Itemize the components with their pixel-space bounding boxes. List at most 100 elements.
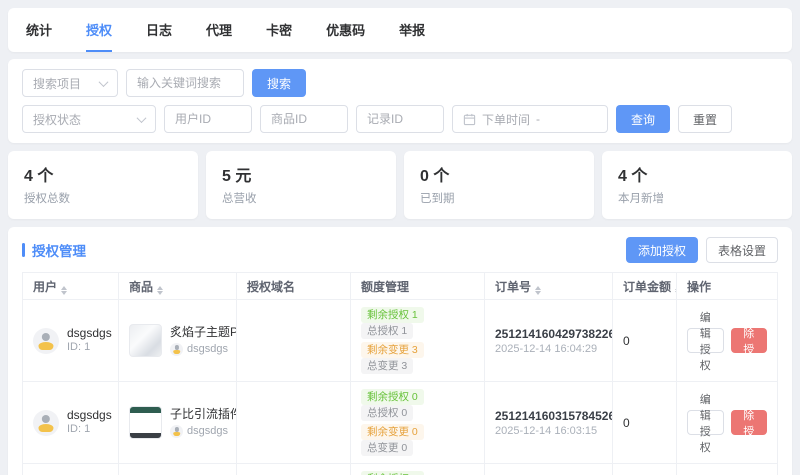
domain-cell [237, 464, 351, 475]
order-cell: 2512141603157845269 2025-12-14 16:03:15 [485, 382, 613, 464]
order-date-range-picker[interactable]: 下单时间 - [452, 105, 608, 133]
search-button[interactable]: 搜索 [252, 69, 306, 97]
order-number: 2512141603157845269 [495, 409, 602, 423]
amount-cell: 0 [613, 300, 677, 382]
product-thumbnail [129, 406, 162, 439]
tab-coupons[interactable]: 优惠码 [326, 8, 365, 52]
total-auth-badge: 总授权 1 [361, 323, 413, 339]
tab-reports[interactable]: 举报 [399, 8, 425, 52]
owner-avatar [170, 425, 183, 438]
stat-value: 0 个 [420, 162, 578, 186]
filter-panel: 搜索项目 搜索 授权状态 [8, 59, 792, 143]
filter-row-2: 授权状态 下单时间 - 查询 重置 [22, 105, 778, 133]
owner-avatar [170, 343, 183, 356]
tab-card-keys[interactable]: 卡密 [266, 8, 292, 52]
edit-authorization-button[interactable]: 编辑授权 [687, 328, 724, 353]
tab-bar: 统计 授权 日志 代理 卡密 优惠码 举报 [8, 8, 792, 52]
column-header-user[interactable]: 用户 [23, 273, 119, 300]
order-time: 2025-12-14 16:04:29 [495, 343, 602, 355]
reset-button[interactable]: 重置 [678, 105, 732, 133]
user-cell: dsgsdgs ID: 1 [23, 464, 119, 475]
user-avatar [33, 410, 59, 436]
auth-status-select-value: 授权状态 [33, 111, 81, 128]
user-id: ID: 1 [67, 341, 112, 355]
actions-cell: 编辑授权 删除授权 [677, 464, 778, 475]
tab-logs[interactable]: 日志 [146, 8, 172, 52]
product-thumbnail [129, 324, 162, 357]
sort-icon[interactable] [157, 286, 163, 295]
user-avatar [33, 328, 59, 354]
delete-authorization-button[interactable]: 删除授权 [731, 328, 768, 353]
page: 统计 授权 日志 代理 卡密 优惠码 举报 搜索项目 搜索 授权状态 [0, 0, 800, 475]
authorization-table: 用户 商品 授权域名 额度管理 订单号 订单金额 操作 dsgsdgs [22, 272, 778, 475]
table-row: dsgsdgs ID: 1 子比引流插件 dsgsdgs [23, 382, 778, 464]
remaining-change-badge: 剩余变更 3 [361, 342, 424, 358]
column-header-amount[interactable]: 订单金额 [613, 273, 677, 300]
page-title: 授权管理 [32, 240, 86, 260]
amount-cell: 0 [613, 464, 677, 475]
product-owner: dsgsdgs [187, 343, 228, 355]
sort-icon[interactable] [535, 286, 541, 295]
auth-status-select[interactable]: 授权状态 [22, 105, 156, 133]
stat-label: 已到期 [420, 190, 578, 206]
remaining-auth-badge: 剩余授权 1 [361, 471, 424, 475]
stat-card-expired: 0 个 已到期 [404, 151, 594, 219]
tab-authorization[interactable]: 授权 [86, 8, 112, 52]
user-name: dsgsdgs [67, 408, 112, 423]
query-button[interactable]: 查询 [616, 105, 670, 133]
tab-agents[interactable]: 代理 [206, 8, 232, 52]
panel-title-wrap: 授权管理 [22, 240, 86, 260]
table-settings-button[interactable]: 表格设置 [706, 237, 778, 263]
product-cell: 子比引流插件 dsgsdgs [119, 382, 237, 464]
calendar-icon [463, 113, 476, 126]
date-range-separator: - [536, 112, 540, 126]
sort-icon[interactable] [61, 286, 67, 295]
add-authorization-button[interactable]: 添加授权 [626, 237, 698, 263]
column-header-actions: 操作 [677, 273, 778, 300]
edit-authorization-button[interactable]: 编辑授权 [687, 410, 724, 435]
keyword-input[interactable] [126, 69, 244, 97]
search-project-select-value: 搜索项目 [33, 75, 81, 92]
product-cell: 炙焰子主题（停更） dsgsdgs [119, 464, 237, 475]
column-header-domain: 授权域名 [237, 273, 351, 300]
column-header-quota: 额度管理 [351, 273, 485, 300]
total-change-badge: 总变更 3 [361, 358, 413, 374]
stat-value: 5 元 [222, 162, 380, 186]
domain-cell [237, 382, 351, 464]
table-header-row: 用户 商品 授权域名 额度管理 订单号 订单金额 操作 [23, 273, 778, 300]
stat-card-new-this-month: 4 个 本月新增 [602, 151, 792, 219]
user-name: dsgsdgs [67, 326, 112, 341]
remaining-auth-badge: 剩余授权 0 [361, 389, 424, 405]
order-cell: 2512141604297382266 2025-12-14 16:04:29 [485, 300, 613, 382]
product-owner: dsgsdgs [187, 425, 228, 437]
table-row: dsgsdgs ID: 1 炙焰子主题PRO dsgsdgs [23, 300, 778, 382]
stat-value: 4 个 [24, 162, 182, 186]
delete-authorization-button[interactable]: 删除授权 [731, 410, 768, 435]
tab-statistics[interactable]: 统计 [26, 8, 52, 52]
stats-row: 4 个 授权总数 5 元 总营收 0 个 已到期 4 个 本月新增 [8, 151, 792, 219]
user-id-input[interactable] [164, 105, 252, 133]
stat-value: 4 个 [618, 162, 776, 186]
record-id-input[interactable] [356, 105, 444, 133]
column-header-order[interactable]: 订单号 [485, 273, 613, 300]
product-id-input[interactable] [260, 105, 348, 133]
product-name: 子比引流插件 [170, 407, 237, 423]
user-cell: dsgsdgs ID: 1 [23, 382, 119, 464]
amount-cell: 0 [613, 382, 677, 464]
stat-label: 总营收 [222, 190, 380, 206]
product-name: 炙焰子主题PRO [170, 325, 237, 341]
total-auth-badge: 总授权 0 [361, 405, 413, 421]
domain-cell [237, 300, 351, 382]
search-project-select[interactable]: 搜索项目 [22, 69, 118, 97]
quota-cell: 剩余授权 1总授权 1 剩余变更 3总变更 3 [351, 464, 485, 475]
filter-row-1: 搜索项目 搜索 [22, 69, 778, 97]
column-header-product[interactable]: 商品 [119, 273, 237, 300]
product-cell: 炙焰子主题PRO dsgsdgs [119, 300, 237, 382]
authorization-panel: 授权管理 添加授权 表格设置 用户 商品 授权域名 额度管理 订单号 订单金额 … [8, 227, 792, 475]
stat-card-revenue: 5 元 总营收 [206, 151, 396, 219]
user-id: ID: 1 [67, 423, 112, 437]
date-range-placeholder: 下单时间 [482, 111, 530, 128]
chevron-down-icon [99, 77, 109, 87]
order-time: 2025-12-14 16:03:15 [495, 425, 602, 437]
order-number: 2512141604297382266 [495, 327, 602, 341]
